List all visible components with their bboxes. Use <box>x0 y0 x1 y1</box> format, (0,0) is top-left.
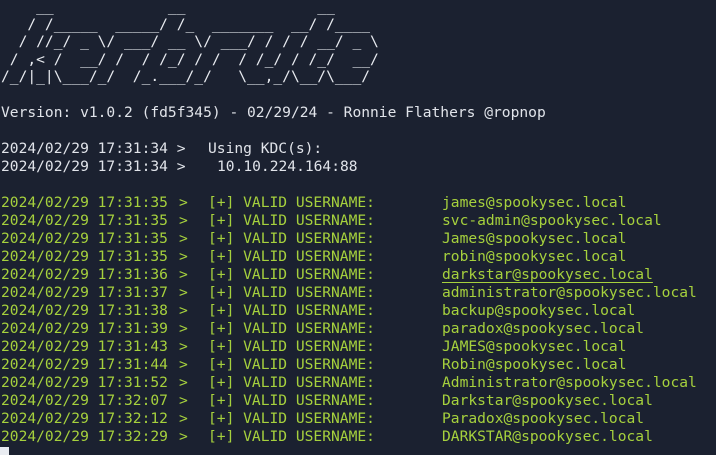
result-tag: [+] VALID USERNAME: <box>208 356 375 373</box>
kdc-using-line: 2024/02/29 17:31:34 > Using KDC(s): <box>1 140 322 158</box>
result-username[interactable]: darkstar@spookysec.local <box>442 266 653 284</box>
result-prompt: > <box>179 284 188 301</box>
result-prompt: > <box>179 410 188 427</box>
result-tag: [+] VALID USERNAME: <box>208 410 375 427</box>
result-tag: [+] VALID USERNAME: <box>208 194 375 211</box>
ascii-banner: __ __ __ / /_____ _____/ /_ _______ __/ … <box>1 0 379 85</box>
result-prompt: > <box>179 302 188 319</box>
result-timestamp: 2024/02/29 17:31:52 <box>1 374 168 391</box>
result-prompt: > <box>179 230 188 247</box>
result-tag: [+] VALID USERNAME: <box>208 374 375 391</box>
terminal-cursor <box>0 447 9 455</box>
result-timestamp: 2024/02/29 17:32:12 <box>1 410 168 427</box>
result-prompt: > <box>179 266 188 283</box>
result-timestamp: 2024/02/29 17:31:35 <box>1 194 168 211</box>
result-tag: [+] VALID USERNAME: <box>208 428 375 445</box>
kdc-address: 10.10.224.164:88 <box>217 158 358 175</box>
result-timestamp: 2024/02/29 17:31:38 <box>1 302 168 319</box>
result-username[interactable]: administrator@spookysec.local <box>442 284 697 302</box>
result-tag: [+] VALID USERNAME: <box>208 392 375 409</box>
result-timestamp: 2024/02/29 17:31:39 <box>1 320 168 337</box>
result-username[interactable]: svc-admin@spookysec.local <box>442 212 662 230</box>
result-username[interactable]: Robin@spookysec.local <box>442 356 627 374</box>
result-tag: [+] VALID USERNAME: <box>208 302 375 319</box>
result-username[interactable]: JAMES@spookysec.local <box>442 338 627 356</box>
result-prompt: > <box>179 194 188 211</box>
result-prompt: > <box>179 356 188 373</box>
result-timestamp: 2024/02/29 17:31:36 <box>1 266 168 283</box>
result-timestamp: 2024/02/29 17:31:35 <box>1 230 168 247</box>
result-username[interactable]: james@spookysec.local <box>442 194 627 212</box>
version-line: Version: v1.0.2 (fd5f345) - 02/29/24 - R… <box>1 104 546 121</box>
result-username[interactable]: backup@spookysec.local <box>442 302 635 320</box>
result-username[interactable]: Administrator@spookysec.local <box>442 374 697 392</box>
result-username[interactable]: robin@spookysec.local <box>442 248 627 266</box>
result-username[interactable]: DARKSTAR@spookysec.local <box>442 428 653 446</box>
kdc-address-line: 2024/02/29 17:31:34 > 10.10.224.164:88 <box>1 158 358 176</box>
result-tag: [+] VALID USERNAME: <box>208 284 375 301</box>
result-timestamp: 2024/02/29 17:31:44 <box>1 356 168 373</box>
result-tag: [+] VALID USERNAME: <box>208 212 375 229</box>
result-username[interactable]: Paradox@spookysec.local <box>442 410 644 428</box>
result-username[interactable]: James@spookysec.local <box>442 230 627 248</box>
result-prompt: > <box>179 248 188 265</box>
result-timestamp: 2024/02/29 17:31:37 <box>1 284 168 301</box>
result-timestamp: 2024/02/29 17:31:35 <box>1 212 168 229</box>
result-username[interactable]: paradox@spookysec.local <box>442 320 644 338</box>
log-timestamp: 2024/02/29 17:31:34 > <box>1 158 186 175</box>
result-timestamp: 2024/02/29 17:31:35 <box>1 248 168 265</box>
log-timestamp: 2024/02/29 17:31:34 > <box>1 140 186 157</box>
result-prompt: > <box>179 212 188 229</box>
result-username[interactable]: Darkstar@spookysec.local <box>442 392 653 410</box>
kdc-label: Using KDC(s): <box>208 140 323 157</box>
result-prompt: > <box>179 392 188 409</box>
result-tag: [+] VALID USERNAME: <box>208 266 375 283</box>
result-prompt: > <box>179 320 188 337</box>
result-timestamp: 2024/02/29 17:31:43 <box>1 338 168 355</box>
result-tag: [+] VALID USERNAME: <box>208 320 375 337</box>
result-prompt: > <box>179 374 188 391</box>
result-prompt: > <box>179 338 188 355</box>
terminal-window[interactable]: __ __ __ / /_____ _____/ /_ _______ __/ … <box>0 0 716 455</box>
result-tag: [+] VALID USERNAME: <box>208 248 375 265</box>
result-timestamp: 2024/02/29 17:32:07 <box>1 392 168 409</box>
result-tag: [+] VALID USERNAME: <box>208 338 375 355</box>
result-timestamp: 2024/02/29 17:32:29 <box>1 428 168 445</box>
result-prompt: > <box>179 428 188 445</box>
result-tag: [+] VALID USERNAME: <box>208 230 375 247</box>
